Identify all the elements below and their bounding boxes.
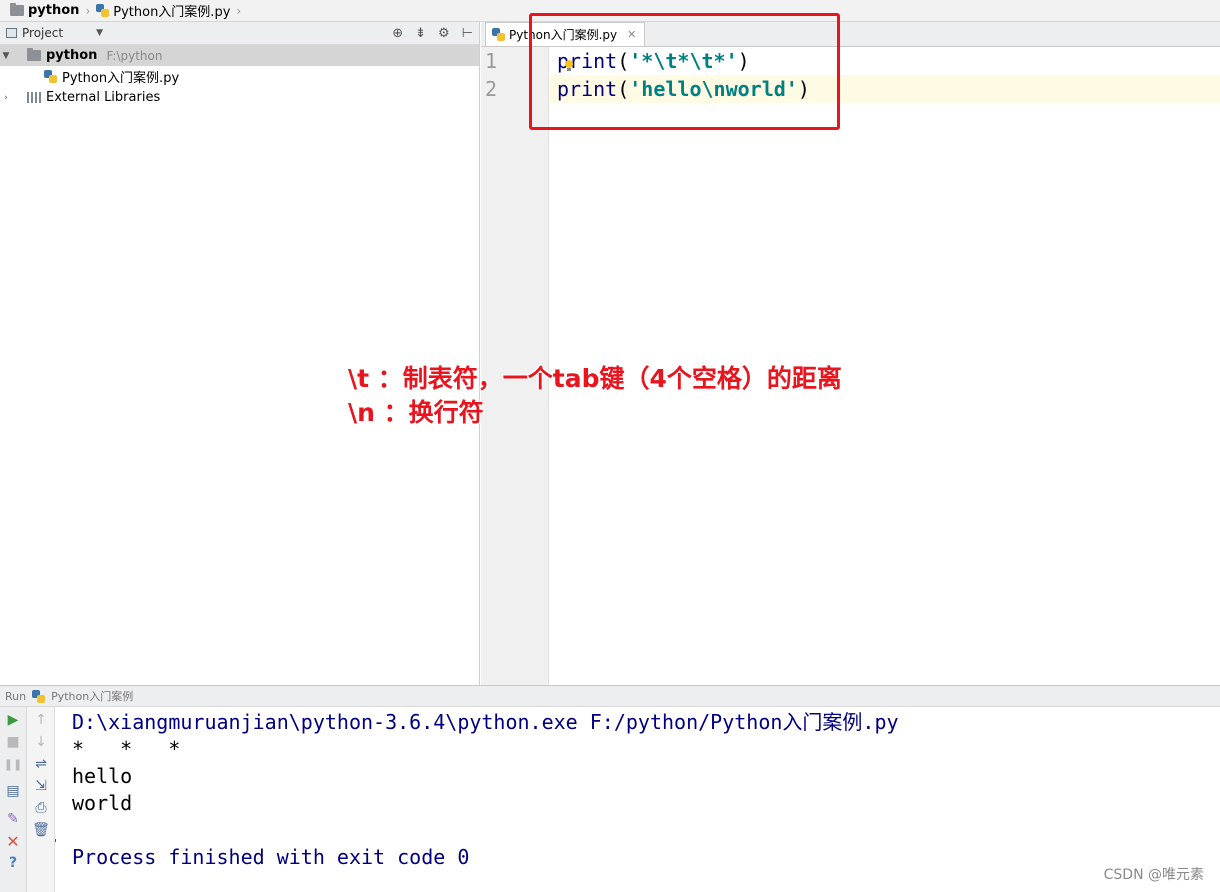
console-toolbar: ↑ ↓ ⇌ ⇲ ⎙ 🗑: [27, 707, 55, 892]
project-tree: ▼ python F:\python Python入门案例.py › Exter…: [0, 45, 479, 108]
run-panel-label: Run: [5, 689, 27, 703]
python-file-icon: [96, 4, 110, 17]
project-view-selector[interactable]: Project ▼: [6, 26, 103, 40]
locate-icon[interactable]: ⊕: [392, 26, 403, 41]
run-toolbar: ▶ ■ ❚❚ ▤ ✎ ✕ ?: [0, 707, 27, 892]
scroll-to-end-icon[interactable]: ⇲: [33, 778, 49, 794]
annotation-line-newline: \n ：换行符: [348, 398, 484, 427]
project-panel: Project ▼ ⊕ ⇟ ⚙ ⊢ ▼ python F:\python Pyt…: [0, 22, 480, 685]
run-console[interactable]: D:\xiangmuruanjian\python-3.6.4\python.e…: [56, 707, 1220, 892]
run-config-label[interactable]: Python入门案例: [51, 688, 133, 704]
annotation-box-code: [529, 13, 840, 130]
close-icon[interactable]: ✕: [5, 832, 21, 851]
expand-arrow-icon[interactable]: ▼: [0, 51, 12, 61]
tree-item-file[interactable]: Python入门案例.py: [0, 66, 479, 87]
run-panel-header: Run Python入门案例: [0, 685, 1220, 707]
project-panel-title: Project: [22, 26, 64, 40]
console-command: D:\xiangmuruanjian\python-3.6.4\python.e…: [72, 710, 899, 734]
chevron-right-icon: ›: [85, 3, 91, 18]
collapse-arrow-icon[interactable]: ›: [0, 93, 12, 103]
tree-item-root[interactable]: ▼ python F:\python: [0, 45, 479, 66]
project-panel-tools: ⊕ ⇟ ⚙ ⊢: [392, 26, 473, 41]
breadcrumb-project[interactable]: python: [10, 3, 79, 18]
annotation-line-tab: \t ：制表符，一个tab键（4个空格）的距离: [348, 364, 842, 393]
help-icon[interactable]: ?: [5, 855, 21, 871]
arrow-down-icon[interactable]: ↓: [33, 734, 49, 750]
pin-icon[interactable]: ✎: [5, 811, 21, 827]
tree-file-label: Python入门案例.py: [62, 71, 180, 86]
tree-root-label: python: [46, 48, 98, 63]
gear-icon[interactable]: ⚙: [438, 26, 450, 41]
tree-item-external-libraries[interactable]: › External Libraries: [0, 87, 479, 108]
python-file-icon: [492, 28, 505, 41]
layout-icon[interactable]: ▤: [5, 783, 21, 799]
folder-icon: [27, 48, 41, 61]
python-file-icon: [44, 70, 57, 83]
annotation-text: \t ：制表符，一个tab键（4个空格）的距离 \n ：换行符: [348, 362, 842, 430]
tree-libraries-label: External Libraries: [46, 90, 161, 105]
breadcrumb-file[interactable]: Python入门案例.py: [96, 1, 230, 20]
chevron-right-icon: ›: [236, 3, 242, 18]
collapse-all-icon[interactable]: ⇟: [415, 26, 426, 41]
stop-icon[interactable]: ■: [5, 734, 21, 750]
console-output-line: * * *: [72, 737, 181, 761]
watermark: CSDN @唯元素: [1103, 867, 1204, 883]
pause-icon[interactable]: ❚❚: [4, 756, 22, 772]
tree-root-path: F:\python: [106, 48, 163, 63]
soft-wrap-icon[interactable]: ⇌: [33, 756, 49, 772]
console-output-line: hello: [72, 764, 133, 788]
project-panel-header: Project ▼ ⊕ ⇟ ⚙ ⊢: [0, 22, 479, 45]
trash-icon[interactable]: 🗑: [32, 822, 50, 838]
console-exit-message: Process finished with exit code 0: [72, 845, 470, 869]
print-icon[interactable]: ⎙: [33, 800, 49, 816]
breadcrumb-file-label: Python入门案例.py: [113, 5, 231, 20]
rerun-icon[interactable]: ▶: [5, 712, 21, 728]
python-file-icon: [32, 689, 46, 703]
console-output-line: world: [72, 791, 133, 815]
library-icon: [27, 92, 41, 103]
folder-icon: [10, 3, 24, 16]
dropdown-arrow-icon: ▼: [96, 28, 103, 38]
breadcrumb-project-label: python: [28, 3, 80, 18]
arrow-up-icon[interactable]: ↑: [33, 712, 49, 728]
project-view-icon: [6, 28, 17, 38]
hide-panel-icon[interactable]: ⊢: [462, 26, 473, 41]
